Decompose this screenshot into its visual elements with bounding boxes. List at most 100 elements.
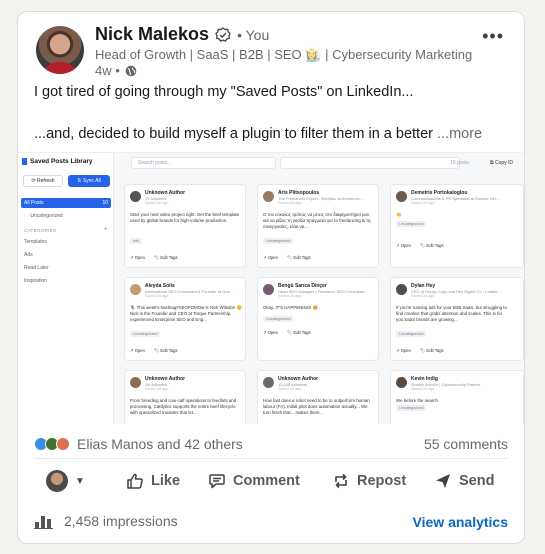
post-text-line-2: ...and, decided to build myself a plugin… (34, 126, 482, 142)
comment-button[interactable]: Comment (208, 472, 324, 490)
author-name-row: Nick Malekos • You (95, 24, 269, 45)
card-text: If you're running ads for your B2B SaaS,… (396, 305, 507, 322)
card-text: How fast does a robot need to be to outp… (263, 398, 370, 415)
plugin-topbar: Search posts... 10 posts ⧉ Copy ID (118, 156, 524, 171)
verified-badge-icon (215, 26, 231, 42)
card-edit-tags: Edit Tags (160, 255, 178, 260)
comment-label: Comment (233, 473, 300, 489)
all-posts-count: 10 (102, 200, 108, 206)
refresh-label: Refresh (37, 178, 55, 184)
card-avatar (396, 191, 407, 202)
author-name[interactable]: Nick Malekos (95, 24, 209, 45)
card-tag: ads (130, 238, 143, 244)
caret-down-icon: ▼ (75, 475, 85, 487)
more-options-button[interactable]: ••• (482, 26, 504, 47)
plugin-post-card: Dylan Hey CEO of Hoppy Copy and Hey Digi… (390, 277, 524, 361)
reactions-text: Elias Manos and 42 others (77, 436, 243, 452)
plugin-title: Saved Posts Library (22, 158, 93, 165)
send-label: Send (459, 473, 495, 489)
reactions-summary[interactable]: Elias Manos and 42 others (34, 436, 243, 452)
post-card: Nick Malekos • You Head of Growth | SaaS… (17, 11, 525, 544)
repost-button[interactable]: Repost (332, 472, 434, 490)
send-button[interactable]: Send (434, 472, 494, 490)
copy-id-label: Copy ID (494, 160, 514, 166)
card-open: Open (134, 255, 145, 260)
post-image-plugin-screenshot[interactable]: Saved Posts Library ⟳ Refresh ⇅ Sync All… (18, 152, 524, 424)
categories-heading: CATEGORIES (24, 228, 57, 233)
card-footer: ↗ Open 🏷 Edit Tags (396, 243, 444, 248)
card-text: From breeding and cow-calf operations to… (130, 398, 237, 415)
post-text-line-2-content: ...and, decided to build myself a plugin… (34, 126, 433, 142)
repost-label: Repost (357, 473, 407, 489)
plugin-post-card: Aleyda Solis International SEO Consultan… (124, 277, 246, 361)
copy-id-button: ⧉ Copy ID (490, 160, 514, 166)
card-edit-tags: Edit Tags (293, 255, 311, 260)
card-edit-tags: Edit Tags (426, 348, 444, 353)
card-date: Saved 2d ago (411, 387, 435, 391)
like-button[interactable]: Like (126, 472, 206, 490)
card-footer: ↗ Open 🏷 Edit Tags (130, 255, 178, 260)
comments-count[interactable]: 55 comments (424, 436, 508, 452)
plugin-post-card: Unknown Author On followers Saved 2d ago… (124, 370, 246, 424)
card-date: Saved 2d ago (411, 201, 435, 205)
reaction-icons (34, 437, 70, 451)
card-date: Saved 2d ago (145, 387, 169, 391)
card-tag: Uncategorized (263, 316, 294, 322)
refresh-button: ⟳ Refresh (23, 175, 63, 187)
impressions: 2,458 impressions (34, 513, 178, 529)
uncategorized-label: Uncategorized (30, 213, 63, 219)
action-bar: ▼ Like Comment Repost Send (34, 460, 508, 502)
plugin-post-card: Kevin Indig Growth Advisor | Cybersecuri… (390, 370, 524, 424)
card-avatar (130, 191, 141, 202)
author-avatar[interactable] (36, 26, 84, 74)
card-avatar (263, 191, 274, 202)
love-reaction-icon (56, 437, 70, 451)
send-icon (436, 474, 450, 488)
card-footer: ↗ Open 🏷 Edit Tags (263, 330, 311, 335)
reactor-selector[interactable]: ▼ (46, 470, 118, 492)
card-edit-tags: Edit Tags (426, 243, 444, 248)
plugin-title-text: Saved Posts Library (30, 158, 93, 165)
card-avatar (263, 284, 274, 295)
card-open: Open (267, 330, 278, 335)
post-time: 4w • (95, 63, 120, 78)
card-footer: ↗ Open 🏷 Edit Tags (263, 255, 311, 260)
thumbs-up-icon (127, 473, 143, 489)
plugin-filter-bar (280, 157, 460, 169)
card-edit-tags: Edit Tags (293, 330, 311, 335)
card-avatar (396, 284, 407, 295)
sync-label: Sync All (82, 178, 101, 184)
like-label: Like (151, 473, 181, 489)
card-avatar (130, 377, 141, 388)
all-posts-label: All Posts (24, 200, 44, 206)
card-date: Saved 2d ago (145, 201, 169, 205)
plugin-post-card: Unknown Author 75 followers Saved 2d ago… (124, 184, 246, 268)
card-open: Open (400, 243, 411, 248)
add-category-icon: + (104, 227, 108, 233)
category-item: Read Later (24, 265, 49, 271)
connection-degree: • You (237, 26, 270, 43)
bar-chart-icon (34, 516, 53, 529)
category-item: Templates (24, 239, 47, 245)
post-text-line-1: I got tired of going through my "Saved P… (34, 84, 414, 100)
card-open: Open (134, 348, 145, 353)
plugin-post-card: Demetris Portokaloglou Communications & … (390, 184, 524, 268)
see-more-link[interactable]: ...more (437, 126, 482, 142)
card-avatar (263, 377, 274, 388)
plugin-post-card: Unknown Author 13,106 followers Saved 2d… (257, 370, 379, 424)
post-time-row: 4w • (95, 63, 137, 78)
card-open: Open (400, 348, 411, 353)
bookmark-icon (22, 158, 27, 165)
category-item: Ads (24, 252, 33, 258)
card-text: Okay, IT'S HAPPENING! 🥹 (263, 305, 319, 310)
all-posts-item: 10 All Posts (21, 198, 111, 208)
impressions-count: 2,458 impressions (64, 513, 178, 529)
view-analytics-link[interactable]: View analytics (413, 514, 508, 530)
card-open: Open (267, 255, 278, 260)
card-text: We before the search (396, 398, 438, 403)
card-tag: Uncategorized (263, 238, 294, 244)
card-tag: Uncategorized (130, 331, 161, 337)
card-date: Saved 2d ago (145, 294, 169, 298)
card-tag: Uncategorized (396, 221, 427, 227)
card-avatar (396, 377, 407, 388)
